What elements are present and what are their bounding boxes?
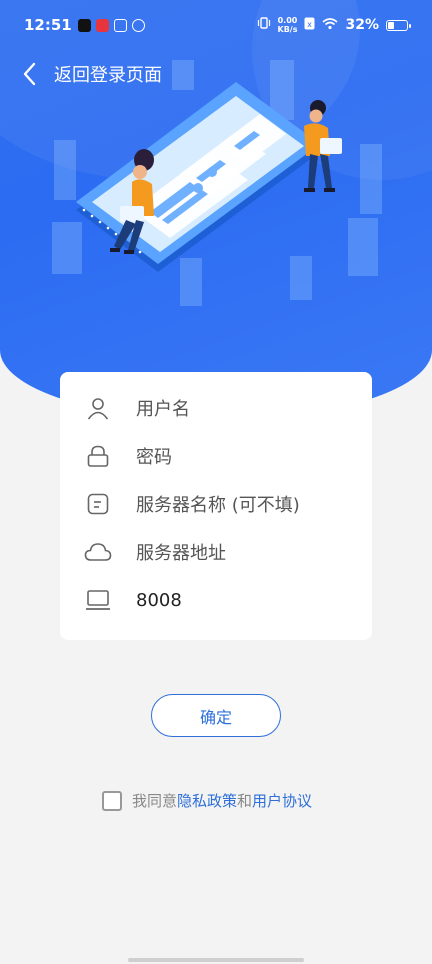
battery-icon (386, 19, 411, 31)
password-field[interactable]: 密码 (60, 432, 372, 480)
status-bar: 12:51 0.00 KB/s x 32% (0, 0, 432, 50)
port-field[interactable]: 8008 (60, 576, 372, 624)
chevron-left-icon (23, 62, 36, 86)
username-input[interactable]: 用户名 (136, 395, 190, 421)
username-field[interactable]: 用户名 (60, 384, 372, 432)
back-to-login-label[interactable]: 返回登录页面 (54, 61, 162, 87)
lock-icon (84, 442, 112, 470)
back-button[interactable] (18, 58, 40, 90)
net-speed-unit: KB/s (277, 25, 298, 34)
top-nav: 返回登录页面 (18, 58, 162, 90)
svg-text:x: x (308, 20, 313, 29)
message-app-icon (113, 18, 127, 32)
note-icon (84, 490, 112, 518)
person-right (304, 100, 342, 192)
server-name-input[interactable]: 服务器名称 (可不填) (136, 491, 300, 517)
net-speed: 0.00 KB/s (278, 16, 298, 34)
agree-prefix: 我同意 (132, 792, 178, 810)
server-name-field[interactable]: 服务器名称 (可不填) (60, 480, 372, 528)
hero-illustration (52, 60, 382, 306)
wifi-icon (322, 17, 339, 34)
net-speed-value: 0.00 (277, 16, 298, 25)
privacy-policy-link[interactable]: 隐私政策 (177, 790, 237, 811)
port-input[interactable]: 8008 (136, 590, 182, 611)
server-address-input[interactable]: 服务器地址 (136, 539, 226, 565)
agreement-row: 我同意 隐私政策 和 用户协议 (102, 790, 312, 811)
agree-checkbox[interactable] (102, 790, 122, 811)
user-icon (84, 394, 112, 422)
tiktok-app-icon (77, 18, 91, 32)
password-input[interactable]: 密码 (136, 443, 172, 469)
battery-percent: 32% (345, 17, 379, 33)
vibrate-icon (257, 16, 271, 34)
user-agreement-link[interactable]: 用户协议 (252, 790, 312, 811)
login-form-card: 用户名 密码 服务器名称 (可不填) 服务器地址 8008 (60, 372, 372, 640)
sync-app-icon (131, 18, 145, 32)
sim-icon: x (304, 17, 315, 34)
server-address-field[interactable]: 服务器地址 (60, 528, 372, 576)
agree-and: 和 (237, 792, 253, 810)
home-indicator[interactable] (128, 958, 304, 962)
status-time: 12:51 (24, 16, 72, 34)
laptop-icon (84, 586, 112, 614)
cloud-icon (84, 538, 112, 566)
red-app-icon (95, 18, 109, 32)
confirm-button[interactable]: 确定 (151, 694, 281, 737)
